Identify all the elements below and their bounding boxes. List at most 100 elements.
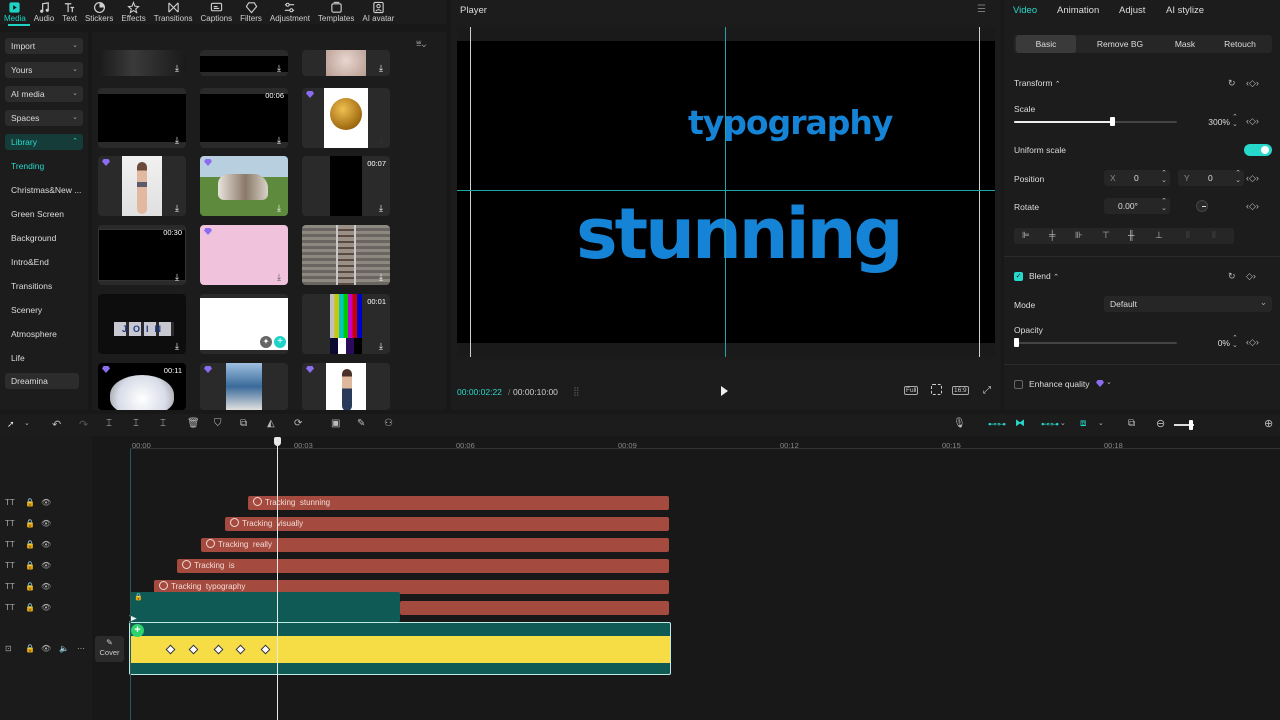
tool-transitions[interactable]: Transitions xyxy=(154,0,193,24)
ai-person-icon[interactable]: ⚇ xyxy=(384,418,393,429)
media-thumb[interactable]: ⤓ xyxy=(302,88,390,148)
reset-icon[interactable]: ↻ xyxy=(1228,271,1236,282)
download-icon[interactable]: ⤓ xyxy=(171,134,183,146)
shield-icon[interactable]: ⛉ xyxy=(214,418,222,429)
timecode-toggle-icon[interactable]: ⣿ xyxy=(573,386,580,397)
media-thumb[interactable]: ⤓ xyxy=(98,156,186,216)
ratio-button[interactable]: 16:9 xyxy=(952,386,969,395)
add-to-timeline-icon[interactable]: + xyxy=(274,336,286,348)
mirror-icon[interactable]: ◭ xyxy=(267,418,275,429)
full-button[interactable]: Full xyxy=(904,386,919,395)
filter-icon[interactable]: ⩸⌄ xyxy=(416,38,436,48)
hd-icon[interactable]: ▣ xyxy=(331,418,340,429)
tab-animation[interactable]: Animation xyxy=(1057,5,1099,16)
download-icon[interactable]: ⤓ xyxy=(171,340,183,352)
rotate-dial[interactable] xyxy=(1196,200,1208,212)
subtab-mask[interactable]: Mask xyxy=(1152,35,1218,53)
media-thumb[interactable]: ⤓ xyxy=(302,50,390,76)
library-item-transitions[interactable]: Transitions xyxy=(11,281,85,291)
text-clip-really[interactable]: Tracking really xyxy=(201,538,669,552)
ai-media-dropdown[interactable]: AI media ⌄ xyxy=(5,86,83,102)
keyframe-icon[interactable]: ◇› xyxy=(1246,271,1256,282)
tab-adjust[interactable]: Adjust xyxy=(1119,5,1145,16)
download-icon[interactable]: ⤓ xyxy=(375,340,387,352)
tool-media[interactable]: Media xyxy=(4,0,26,24)
stepper-icon[interactable]: ⌃ ⌄ xyxy=(1235,170,1241,184)
position-x-input[interactable]: X 0 ⌃ ⌄ xyxy=(1104,170,1170,186)
align-center-h-icon[interactable]: ╪ xyxy=(1049,230,1055,240)
library-item-christmas[interactable]: Christmas&New ... xyxy=(11,185,85,195)
subtab-basic[interactable]: Basic xyxy=(1016,35,1076,53)
library-item-background[interactable]: Background xyxy=(11,233,85,243)
spaces-dropdown[interactable]: Spaces ⌄ xyxy=(5,110,83,126)
align-top-icon[interactable]: ⊤ xyxy=(1102,230,1110,241)
chevron-down-icon[interactable]: ⌄ xyxy=(1060,419,1066,427)
media-thumb[interactable]: 00:30 ⤓ xyxy=(98,225,186,285)
media-thumb[interactable]: 00:07 ⤓ xyxy=(302,156,390,216)
media-thumb[interactable]: 00:11 xyxy=(98,363,186,410)
media-thumb[interactable]: ✦ + xyxy=(200,294,288,354)
keyframe-icon[interactable]: ‹◇› xyxy=(1246,78,1259,89)
rotate-input[interactable]: 0.00° ⌃ ⌄ xyxy=(1104,198,1170,214)
stepper-icon[interactable]: ⌃ ⌄ xyxy=(1161,170,1167,184)
media-thumb[interactable]: ⤓ xyxy=(98,88,186,148)
lock-icon[interactable]: 🔒 xyxy=(25,540,35,549)
tool-filters[interactable]: Filters xyxy=(240,0,262,24)
import-dropdown[interactable]: Import ⌄ xyxy=(5,38,83,54)
stepper-icon[interactable]: ⌃ ⌄ xyxy=(1232,114,1238,128)
keyframe-icon[interactable]: ‹◇› xyxy=(1246,116,1259,127)
select-cursor-icon[interactable]: ➚ xyxy=(7,419,15,430)
delete-icon[interactable]: 🗑 xyxy=(187,418,200,429)
screenshot-icon[interactable] xyxy=(931,384,942,395)
eye-icon[interactable]: 👁 xyxy=(41,498,51,507)
keyframe-icon[interactable]: ‹◇› xyxy=(1246,173,1259,184)
tool-effects[interactable]: Effects xyxy=(121,0,146,24)
cover-button[interactable]: ✎ Cover xyxy=(95,636,124,662)
media-thumb[interactable]: ⤓ xyxy=(200,225,288,285)
media-thumb[interactable]: ⤓ xyxy=(98,50,186,76)
download-icon[interactable]: ⤓ xyxy=(273,62,285,74)
library-item-life[interactable]: Life xyxy=(11,353,85,363)
download-icon[interactable]: ⤓ xyxy=(273,271,285,283)
eye-icon[interactable]: 👁 xyxy=(41,519,51,528)
library-item-intro-end[interactable]: Intro&End xyxy=(11,257,85,267)
opacity-slider-knob[interactable] xyxy=(1014,338,1019,347)
chevron-down-icon[interactable]: ⌄ xyxy=(24,419,30,427)
align-right-icon[interactable]: ⊪ xyxy=(1075,230,1083,241)
eye-icon[interactable]: 👁 xyxy=(41,582,51,591)
download-icon[interactable]: ⤓ xyxy=(375,271,387,283)
align-center-v-icon[interactable]: ╫ xyxy=(1128,230,1134,240)
position-y-input[interactable]: Y 0 ⌃ ⌄ xyxy=(1178,170,1244,186)
crop-icon[interactable]: ⧉ xyxy=(240,418,247,429)
zoom-in-icon[interactable]: ⊕ xyxy=(1264,417,1273,430)
eye-icon[interactable]: 👁 xyxy=(41,540,51,549)
caption-link-icon[interactable]: ⧉ xyxy=(1128,418,1135,429)
main-track-magnet-icon[interactable]: ⊷⊶ xyxy=(988,419,1006,430)
stepper-icon[interactable]: ⌃ ⌄ xyxy=(1161,198,1167,212)
library-item-atmosphere[interactable]: Atmosphere xyxy=(11,329,85,339)
text-clip-6[interactable] xyxy=(400,601,669,615)
redo-icon[interactable]: ↷ xyxy=(79,418,88,431)
uniform-scale-toggle[interactable] xyxy=(1244,144,1272,156)
split-right-icon[interactable]: ⌶ xyxy=(160,418,166,429)
media-thumb[interactable]: 00:01 ⤓ xyxy=(302,294,390,354)
download-icon[interactable]: ⤓ xyxy=(375,202,387,214)
download-icon[interactable]: ⤓ xyxy=(273,202,285,214)
subtab-remove-bg[interactable]: Remove BG xyxy=(1084,35,1156,53)
undo-icon[interactable]: ↶ xyxy=(52,418,61,431)
blend-checkbox[interactable]: ✓ xyxy=(1014,272,1023,281)
opacity-value[interactable]: 0% xyxy=(1184,338,1230,348)
zoom-out-icon[interactable]: ⊖ xyxy=(1156,417,1165,430)
subtab-retouch[interactable]: Retouch xyxy=(1210,35,1270,53)
microphone-icon[interactable]: 🎙 xyxy=(953,418,966,429)
eye-icon[interactable]: 👁 xyxy=(41,561,51,570)
linkage-icon[interactable]: ⊷⊶ xyxy=(1041,419,1059,430)
align-left-icon[interactable]: ⊫ xyxy=(1022,230,1030,241)
playhead-line[interactable] xyxy=(277,438,278,720)
library-item-green-screen[interactable]: Green Screen xyxy=(11,209,85,219)
blend-heading[interactable]: Blend ⌃ xyxy=(1029,271,1059,281)
menu-icon[interactable]: ☰ xyxy=(977,4,986,15)
media-thumb[interactable]: JOIN ⤓ xyxy=(98,294,186,354)
text-clip-stunning[interactable]: Tracking stunning xyxy=(248,496,669,510)
tab-ai-stylize[interactable]: AI stylize xyxy=(1166,5,1204,16)
